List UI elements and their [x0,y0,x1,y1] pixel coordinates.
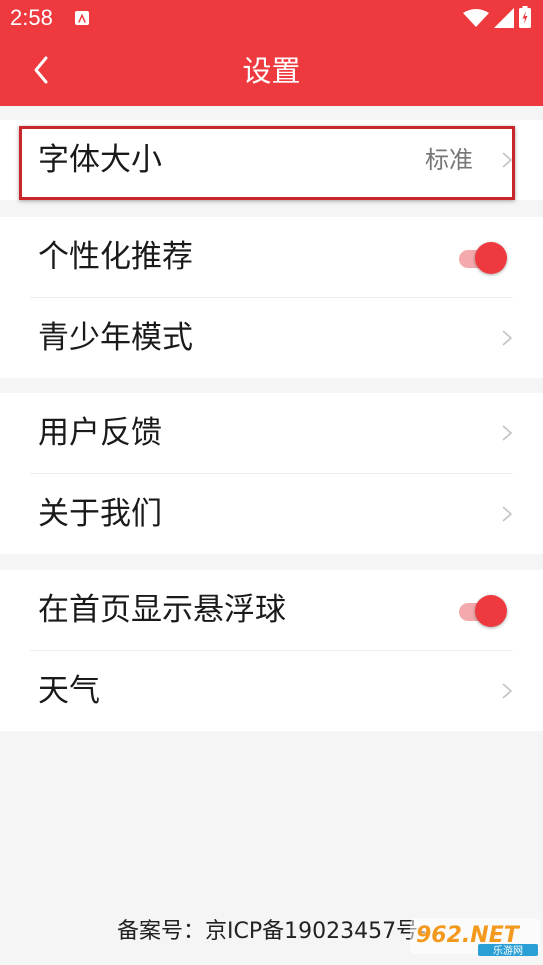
floating-ball-toggle[interactable] [457,594,509,628]
about-us-label: 关于我们 [38,496,162,532]
personalized-recommend-label: 个性化推荐 [38,239,193,275]
watermark-subtext: 乐游网 [493,944,523,957]
personalized-recommend-row: 个性化推荐 [0,217,543,297]
signal-icon [494,8,514,28]
teen-mode-label: 青少年模式 [38,320,193,356]
font-size-value: 标准 [425,146,473,174]
teen-mode-row[interactable]: 青少年模式 [0,298,543,378]
settings-group-support: 用户反馈 关于我们 [0,393,543,554]
chevron-right-icon [502,683,513,699]
settings-group-home: 在首页显示悬浮球 天气 [0,570,543,731]
feedback-row[interactable]: 用户反馈 [0,393,543,473]
chevron-left-icon[interactable] [22,50,62,90]
about-us-row[interactable]: 关于我们 [0,474,543,554]
floating-ball-row: 在首页显示悬浮球 [0,570,543,650]
status-bar: 2:58 [0,0,543,36]
page-title: 设置 [242,54,301,88]
chevron-right-icon [502,330,513,346]
font-size-label: 字体大小 [38,142,162,178]
wifi-icon [463,9,489,27]
toggle-knob [475,242,507,274]
watermark-logo: 962.NET 乐游网 [410,918,540,957]
toggle-knob [475,595,507,627]
chevron-right-icon [502,506,513,522]
chevron-right-icon [502,425,513,441]
font-size-row[interactable]: 字体大小 标准 [0,120,543,200]
battery-icon [519,6,531,28]
feedback-label: 用户反馈 [38,415,162,451]
settings-group-content: 个性化推荐 青少年模式 [0,217,543,378]
floating-ball-label: 在首页显示悬浮球 [38,592,286,628]
personalized-recommend-toggle[interactable] [457,241,509,275]
app-notification-icon [75,11,89,25]
weather-label: 天气 [38,673,100,709]
status-time: 2:58 [10,5,53,30]
chevron-right-icon [502,152,513,168]
settings-group-display: 字体大小 标准 [0,120,543,200]
weather-row[interactable]: 天气 [0,651,543,731]
title-bar: 设置 [0,36,543,106]
